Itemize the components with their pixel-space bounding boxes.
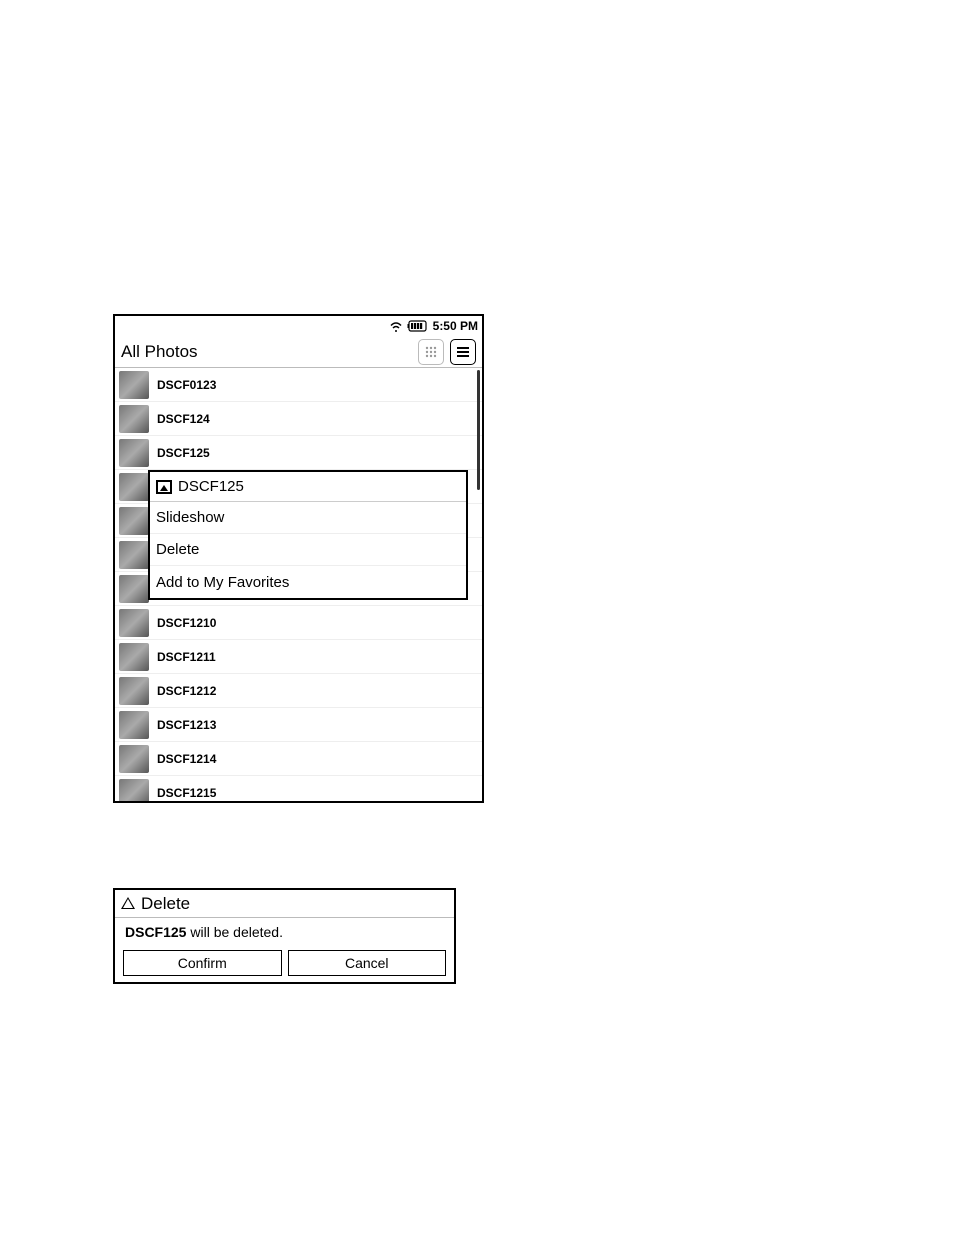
wifi-icon (389, 320, 403, 332)
photo-thumbnail (119, 643, 149, 671)
dialog-header: Delete (115, 890, 454, 918)
list-icon (455, 344, 471, 360)
photo-name: DSCF1210 (157, 616, 216, 630)
photo-name: DSCF1212 (157, 684, 216, 698)
status-time: 5:50 PM (433, 319, 478, 333)
photo-icon (156, 480, 172, 494)
photo-name: DSCF125 (157, 446, 210, 460)
photo-thumbnail (119, 609, 149, 637)
photo-thumbnail (119, 677, 149, 705)
grid-view-button[interactable] (418, 339, 444, 365)
photo-thumbnail (119, 507, 149, 535)
photo-name: DSCF124 (157, 412, 210, 426)
confirm-button[interactable]: Confirm (123, 950, 282, 976)
photo-name: DSCF1215 (157, 786, 216, 800)
list-item[interactable]: DSCF124 (115, 402, 482, 436)
page-title: All Photos (121, 342, 412, 362)
photo-thumbnail (119, 473, 149, 501)
photo-name: DSCF1211 (157, 650, 216, 664)
list-item[interactable]: DSCF1215 (115, 776, 482, 801)
dialog-actions: Confirm Cancel (115, 950, 454, 976)
dialog-message: DSCF125 will be deleted. (115, 918, 454, 950)
photo-thumbnail (119, 575, 149, 603)
grid-icon (423, 344, 439, 360)
photo-thumbnail (119, 779, 149, 802)
device-frame: 5:50 PM All Photos DSCF0123 (113, 314, 484, 803)
list-item[interactable]: DSCF1212 (115, 674, 482, 708)
cancel-button[interactable]: Cancel (288, 950, 447, 976)
button-label: Cancel (345, 955, 389, 971)
photo-thumbnail (119, 745, 149, 773)
photo-thumbnail (119, 405, 149, 433)
photo-thumbnail (119, 711, 149, 739)
menu-item-slideshow[interactable]: Slideshow (150, 502, 466, 534)
scrollbar[interactable] (477, 370, 480, 490)
list-item[interactable]: DSCF0123 (115, 368, 482, 402)
menu-item-delete[interactable]: Delete (150, 534, 466, 566)
dialog-title: Delete (141, 894, 190, 914)
app-header: All Photos (115, 336, 482, 368)
delete-dialog: Delete DSCF125 will be deleted. Confirm … (113, 888, 456, 984)
photo-list[interactable]: DSCF0123 DSCF124 DSCF125 DSCF1210 (115, 368, 482, 801)
photo-name: DSCF0123 (157, 378, 216, 392)
photo-name: DSCF1213 (157, 718, 216, 732)
status-bar: 5:50 PM (115, 316, 482, 336)
context-menu: DSCF125 Slideshow Delete Add to My Favor… (148, 470, 468, 600)
list-item[interactable]: DSCF125 (115, 436, 482, 470)
menu-item-label: Delete (156, 541, 199, 558)
dialog-message-suffix: will be deleted. (186, 924, 283, 940)
context-menu-target: DSCF125 (178, 478, 244, 495)
list-item[interactable]: DSCF1210 (115, 606, 482, 640)
list-item[interactable]: DSCF1214 (115, 742, 482, 776)
menu-item-label: Slideshow (156, 509, 224, 526)
button-label: Confirm (178, 955, 227, 971)
menu-item-add-favorite[interactable]: Add to My Favorites (150, 566, 466, 598)
battery-icon (407, 320, 429, 332)
list-item[interactable]: DSCF1213 (115, 708, 482, 742)
list-view-button[interactable] (450, 339, 476, 365)
photo-thumbnail (119, 541, 149, 569)
dialog-filename: DSCF125 (125, 924, 186, 940)
photo-thumbnail (119, 439, 149, 467)
context-menu-title: DSCF125 (150, 472, 466, 502)
photo-thumbnail (119, 371, 149, 399)
list-item[interactable]: DSCF1211 (115, 640, 482, 674)
warning-icon (121, 897, 135, 909)
photo-name: DSCF1214 (157, 752, 216, 766)
menu-item-label: Add to My Favorites (156, 574, 289, 591)
